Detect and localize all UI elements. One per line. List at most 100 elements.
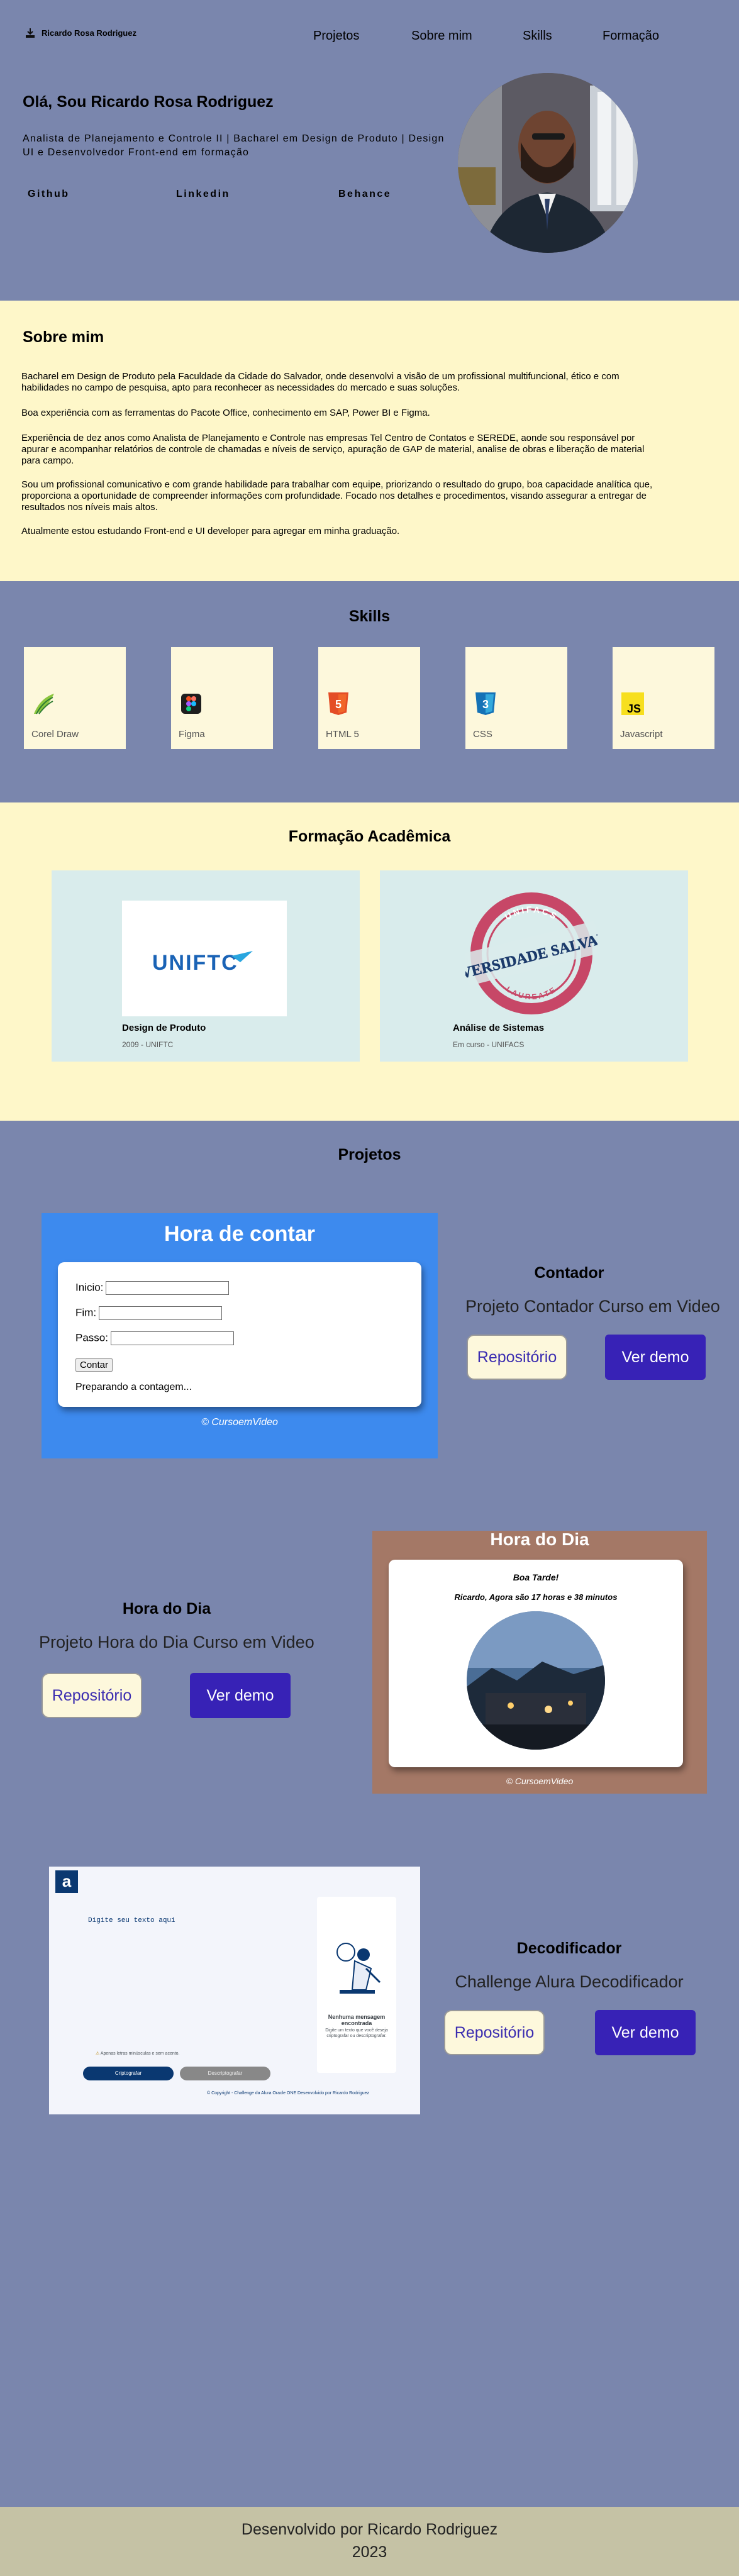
brand[interactable]: Ricardo Rosa Rodriguez: [25, 28, 136, 38]
warning-icon: ⚠: [96, 2051, 100, 2056]
hora-do-dia-preview[interactable]: Hora do Dia Boa Tarde! Ricardo, Agora sã…: [372, 1530, 707, 1794]
about-paragraph: Sou um profissional comunicativo e com g…: [21, 479, 653, 513]
hora-do-dia-demo-button[interactable]: Ver demo: [190, 1673, 291, 1718]
warning-text: ⚠ Apenas letras minúsculas e sem acento.: [96, 2051, 180, 2056]
behance-link[interactable]: Behance: [338, 189, 391, 200]
education-card-unifacs: UNIFACS LAUREATE UNIVERSIDADE SALVADOR A…: [380, 870, 688, 1062]
hero-subtitle: Analista de Planejamento e Controle II |…: [23, 133, 445, 158]
svg-text:JS: JS: [627, 702, 641, 715]
about-paragraph: Experiência de dez anos como Analista de…: [21, 433, 645, 466]
empty-title: Nenhuma mensagem encontrada: [328, 2014, 386, 2026]
count-result: Preparando a contagem...: [75, 1382, 192, 1392]
projects-title: Projetos: [338, 1146, 401, 1163]
hero-greeting: Olá, Sou Ricardo Rosa Rodriguez: [23, 93, 274, 111]
start-label: Inicio:: [75, 1281, 104, 1294]
about-section: Sobre mim Bacharel em Design de Produto …: [0, 301, 739, 581]
text-input-placeholder: Digite seu texto aqui: [88, 1917, 175, 1924]
nav-skills[interactable]: Skills: [523, 29, 552, 43]
start-input: [106, 1281, 230, 1295]
project-title-contador: Contador: [534, 1264, 604, 1282]
footer-credit: Desenvolvido por Ricardo Rodriguez: [241, 2521, 498, 2538]
nav-formacao[interactable]: Formação: [603, 29, 659, 43]
education-title: Formação Acadêmica: [288, 828, 451, 845]
copyright-text: © Copyright - Challenge da Alura Oracle …: [206, 2091, 370, 2096]
preview-panel: Inicio: Fim: Passo: Contar Preparando a …: [58, 1262, 421, 1407]
preview-footer: © CursoemVideo: [201, 1417, 278, 1428]
time-text: Ricardo, Agora são 17 horas e 38 minutos: [454, 1592, 618, 1602]
nav-sobre-mim[interactable]: Sobre mim: [411, 29, 472, 43]
evening-photo: [467, 1611, 605, 1750]
hora-do-dia-repo-button[interactable]: Repositório: [42, 1673, 142, 1718]
decodificador-preview[interactable]: a Digite seu texto aqui Nenhuma mensagem…: [49, 1867, 420, 2114]
about-title: Sobre mim: [23, 328, 104, 346]
skill-label: CSS: [473, 729, 492, 740]
decodificador-repo-button[interactable]: Repositório: [444, 2010, 545, 2055]
contador-demo-button[interactable]: Ver demo: [605, 1335, 706, 1380]
projects-section: Projetos Hora de contar Inicio: Fim: Pas…: [0, 1121, 739, 2507]
contador-repo-button[interactable]: Repositório: [467, 1335, 567, 1380]
linkedin-link[interactable]: Linkedin: [176, 189, 230, 200]
about-paragraph: Bacharel em Design de Produto pela Facul…: [21, 371, 620, 393]
alura-logo: a: [55, 1870, 78, 1893]
svg-text:3: 3: [482, 698, 489, 711]
skills-section: Skills Corel Draw Figma 5 HTML 5 3 CSS J…: [0, 581, 739, 802]
skill-label: Corel Draw: [31, 729, 79, 740]
step-label: Passo:: [75, 1331, 108, 1344]
greeting-text: Boa Tarde!: [513, 1572, 559, 1582]
skill-label: Javascript: [620, 729, 663, 740]
skill-card-css: 3 CSS: [465, 647, 567, 749]
end-label: Fim:: [75, 1306, 97, 1319]
github-link[interactable]: Github: [28, 189, 70, 200]
coreldraw-icon: [34, 694, 54, 714]
warning-label: Apenas letras minúsculas e sem acento.: [100, 2051, 180, 2056]
download-icon: [26, 28, 35, 38]
preview-heading: Hora do Dia: [490, 1530, 589, 1549]
svg-text:5: 5: [335, 698, 342, 711]
project-subtitle-contador: Projeto Contador Curso em Video: [465, 1297, 720, 1316]
decrypt-button: Descriptografar: [180, 2067, 270, 2080]
about-paragraph: Atualmente estou estudando Front-end e U…: [21, 526, 400, 536]
preview-panel: Boa Tarde! Ricardo, Agora são 17 horas e…: [389, 1560, 683, 1767]
svg-text:LAUREATE: LAUREATE: [504, 985, 558, 1002]
skill-card-javascript: JS Javascript: [613, 647, 714, 749]
hero-section: Ricardo Rosa Rodriguez Projetos Sobre mi…: [0, 0, 739, 301]
education-course: Análise de Sistemas: [453, 1023, 545, 1033]
about-paragraph: Boa experiência com as ferramentas do Pa…: [21, 408, 430, 418]
unifacs-ring-bottom: LAUREATE: [504, 985, 557, 1002]
skill-label: Figma: [179, 729, 205, 740]
education-detail: Em curso - UNIFACS: [453, 1040, 525, 1049]
uniftc-logo-text: UNIFTC: [152, 951, 238, 975]
css3-icon: 3: [475, 692, 496, 715]
preview-footer: © CursoemVideo: [506, 1776, 574, 1786]
project-title-decodificador: Decodificador: [516, 1940, 622, 1957]
html5-icon: 5: [328, 692, 348, 715]
javascript-icon: JS: [621, 692, 644, 715]
profile-photo: [458, 73, 638, 253]
project-subtitle-hora-do-dia: Projeto Hora do Dia Curso em Video: [39, 1633, 314, 1652]
education-card-uniftc: UNIFTC Design de Produto 2009 - UNIFTC: [52, 870, 360, 1062]
footer-year: 2023: [352, 2543, 387, 2561]
decodificador-demo-button[interactable]: Ver demo: [595, 2010, 696, 2055]
education-section: Formação Acadêmica UNIFTC Design de Prod…: [0, 802, 739, 1121]
count-button: Contar: [75, 1358, 113, 1372]
page-footer: Desenvolvido por Ricardo Rodriguez 2023: [0, 2507, 739, 2576]
skill-card-html5: 5 HTML 5: [318, 647, 420, 749]
unifacs-logo: UNIFACS LAUREATE UNIVERSIDADE SALVADOR: [465, 892, 597, 1014]
output-panel: Nenhuma mensagem encontrada Digite um te…: [317, 1897, 396, 2073]
education-course: Design de Produto: [122, 1023, 206, 1033]
skill-label: HTML 5: [326, 729, 359, 740]
figma-icon: [181, 694, 201, 714]
uniftc-logo: UNIFTC: [122, 901, 287, 1016]
end-input: [99, 1306, 223, 1320]
skill-card-figma: Figma: [171, 647, 273, 749]
encrypt-button: Criptografar: [83, 2067, 174, 2080]
empty-illustration: [336, 1943, 381, 1994]
project-title-hora-do-dia: Hora do Dia: [122, 1600, 211, 1618]
empty-text: Digite um texto que você deseja criptogr…: [325, 2028, 388, 2038]
project-subtitle-decodificador: Challenge Alura Decodificador: [455, 1972, 684, 1991]
contador-preview[interactable]: Hora de contar Inicio: Fim: Passo: Conta…: [42, 1213, 438, 1458]
brand-name: Ricardo Rosa Rodriguez: [42, 28, 136, 38]
skills-title: Skills: [348, 608, 391, 625]
preview-heading: Hora de contar: [164, 1222, 315, 1246]
nav-projetos[interactable]: Projetos: [313, 29, 359, 43]
